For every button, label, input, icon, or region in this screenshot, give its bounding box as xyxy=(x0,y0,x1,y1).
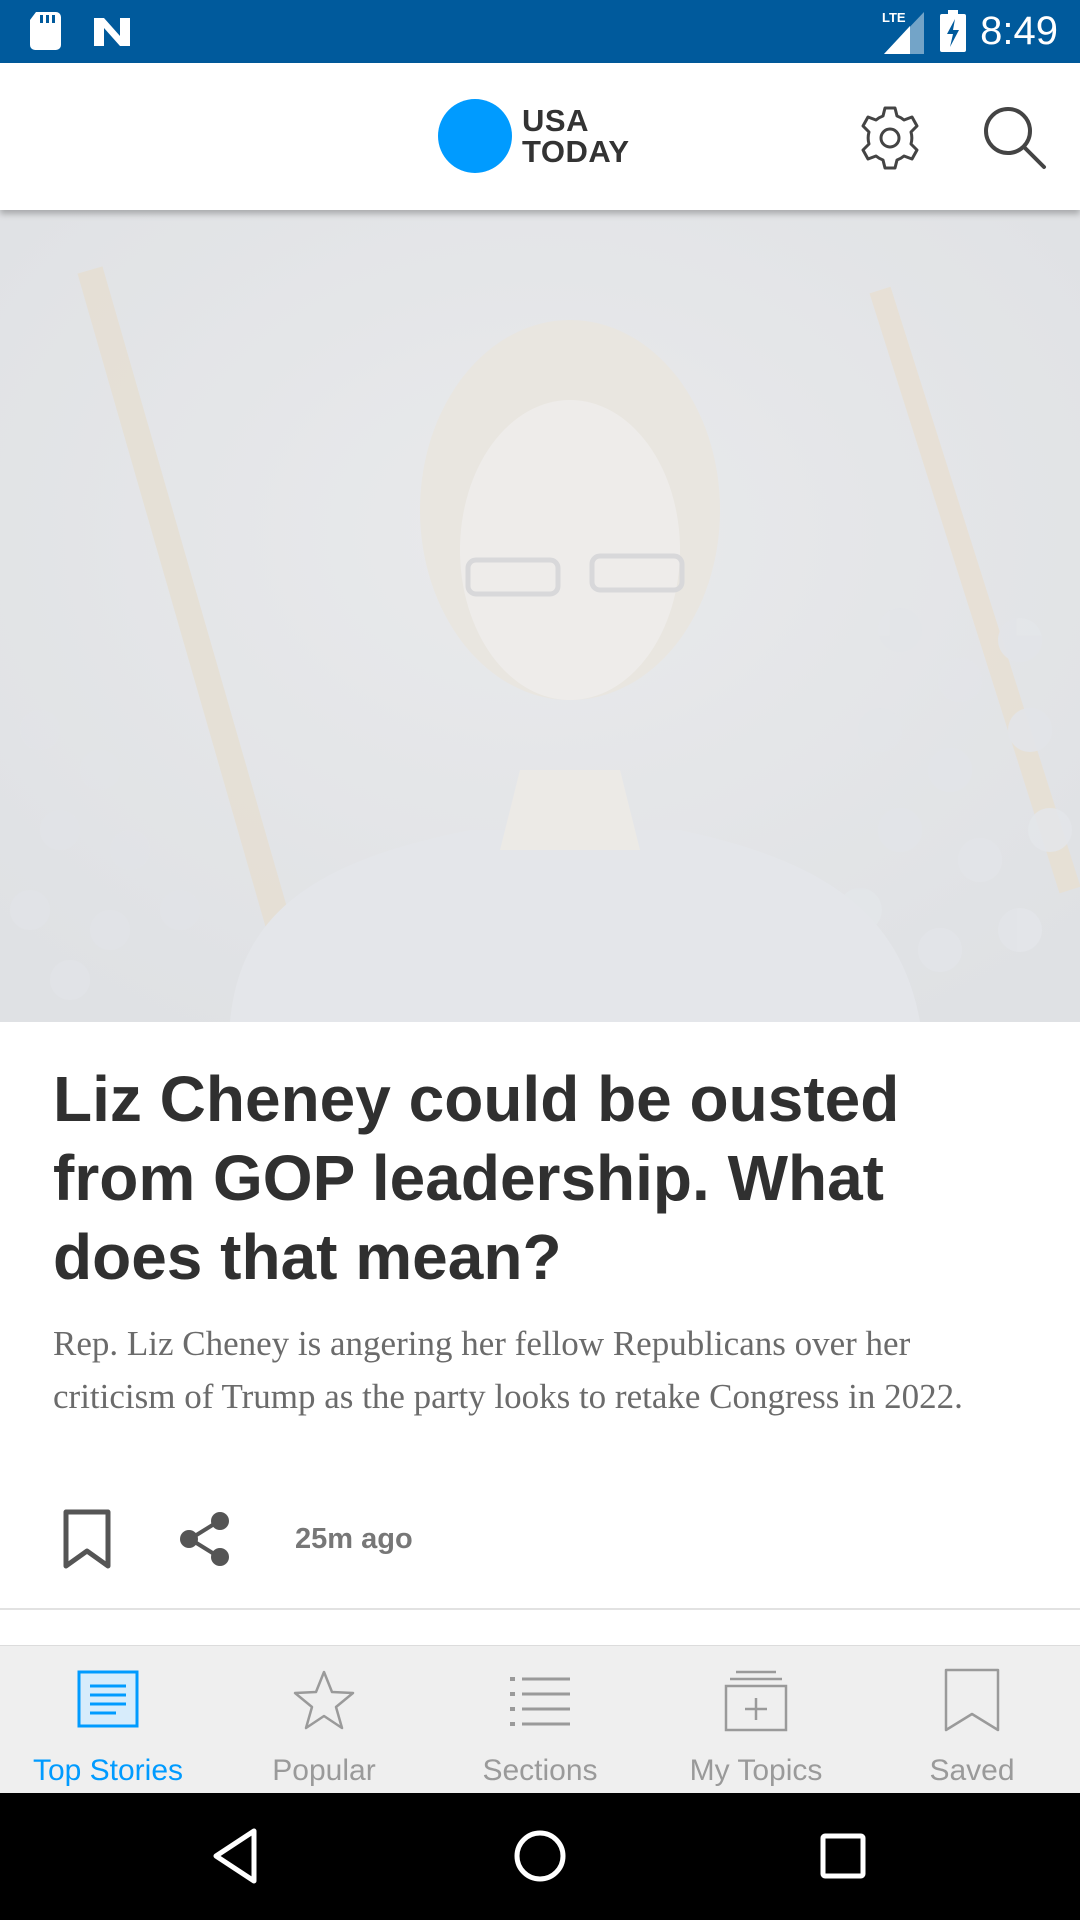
article-headline[interactable]: Liz Cheney could be ousted from GOP lead… xyxy=(53,1060,1033,1297)
nav-top-stories[interactable]: Top Stories xyxy=(0,1646,216,1794)
share-icon[interactable] xyxy=(177,1511,233,1567)
nav-label-popular: Popular xyxy=(272,1754,376,1787)
status-left-icons xyxy=(30,12,132,50)
nav-my-topics[interactable]: My Topics xyxy=(648,1646,864,1794)
usa-today-logo[interactable]: USA TODAY xyxy=(438,99,630,173)
hero-image[interactable] xyxy=(0,210,1080,1022)
article-timestamp: 25m ago xyxy=(295,1523,413,1555)
article-actions: 25m ago xyxy=(53,1509,953,1579)
nav-label-top-stories: Top Stories xyxy=(32,1754,184,1787)
app-header: USA TODAY xyxy=(0,63,1080,210)
article-divider xyxy=(0,1608,1080,1610)
lte-signal-icon: LTE xyxy=(882,10,925,54)
article-card[interactable]: Liz Cheney could be ousted from GOP lead… xyxy=(0,1022,1080,1610)
bookmark-icon xyxy=(944,1668,1000,1732)
recents-icon[interactable] xyxy=(810,1823,876,1889)
nav-label-sections: Sections xyxy=(482,1754,598,1787)
bookmark-icon[interactable] xyxy=(61,1509,113,1569)
nav-label-saved: Saved xyxy=(929,1754,1015,1787)
hero-photo xyxy=(0,210,1080,1022)
n-app-icon xyxy=(94,18,130,46)
lte-label: LTE xyxy=(882,10,906,25)
back-icon[interactable] xyxy=(204,1823,270,1889)
add-topic-icon xyxy=(724,1670,788,1732)
nav-sections[interactable]: Sections xyxy=(432,1646,648,1794)
list-icon xyxy=(510,1677,570,1726)
system-navigation-bar xyxy=(0,1793,1080,1920)
nav-saved[interactable]: Saved xyxy=(864,1646,1080,1794)
nav-label-my-topics: My Topics xyxy=(689,1754,823,1787)
settings-gear-icon[interactable] xyxy=(855,103,925,173)
logo-text: USA TODAY xyxy=(522,105,630,167)
status-right-icons: LTE 8:49 xyxy=(880,6,1058,56)
star-icon xyxy=(293,1670,355,1730)
sd-card-icon xyxy=(30,12,61,50)
home-icon[interactable] xyxy=(507,1823,573,1889)
top-stories-icon xyxy=(77,1670,139,1728)
nav-popular[interactable]: Popular xyxy=(216,1646,432,1794)
status-bar: LTE 8:49 xyxy=(0,0,1080,63)
screen: LTE 8:49 USA TODAY Liz Cheney could be o… xyxy=(0,0,1080,1920)
logo-line-1: USA xyxy=(522,103,589,138)
search-icon[interactable] xyxy=(980,103,1050,173)
logo-circle xyxy=(438,99,512,173)
logo-line-2: TODAY xyxy=(522,134,630,169)
status-time: 8:49 xyxy=(980,9,1058,53)
battery-charging-icon xyxy=(940,10,967,52)
article-summary[interactable]: Rep. Liz Cheney is angering her fellow R… xyxy=(53,1317,1013,1423)
bottom-navigation: Top Stories Popular Sections My Topics S… xyxy=(0,1645,1080,1793)
